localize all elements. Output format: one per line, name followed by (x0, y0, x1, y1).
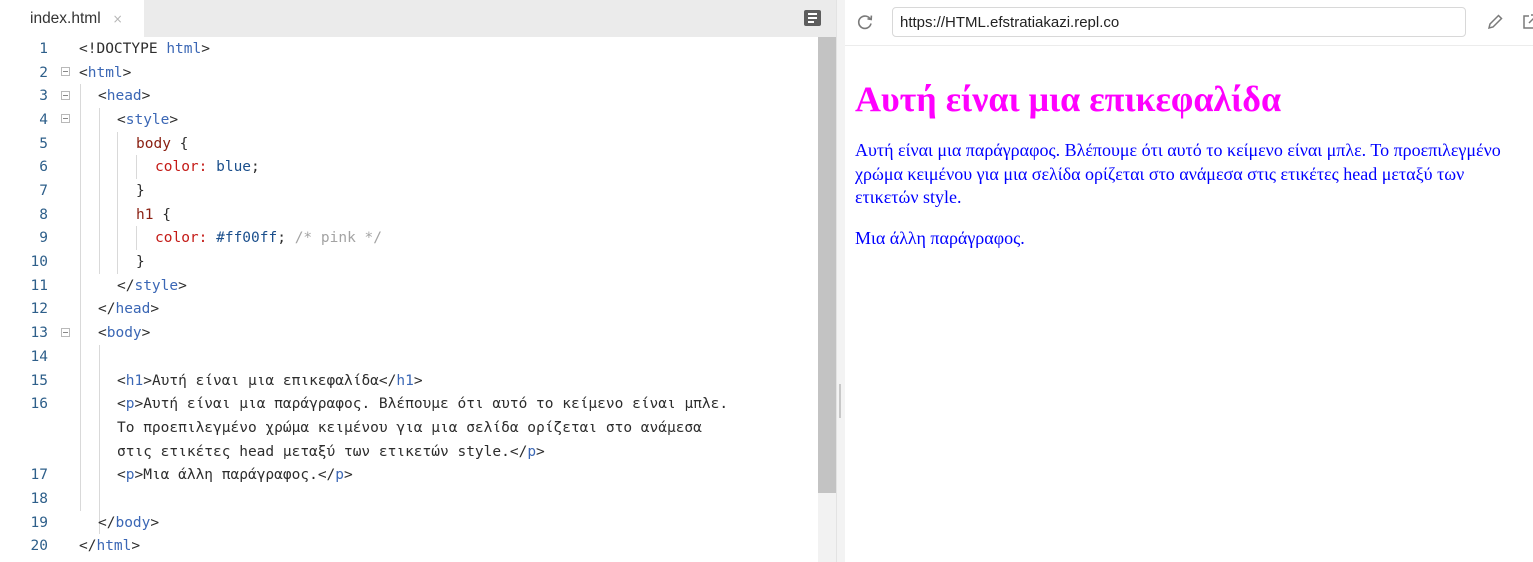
line-number: 7 (39, 183, 48, 199)
line-number-gutter: 1 2 3 4 5 6 7 8 9 10 11 12 13 14 15 16 1… (0, 37, 79, 562)
fold-toggle-icon[interactable] (61, 67, 70, 76)
code-line-wrap: στις ετικέτες head μεταξύ των ετικετών s… (117, 444, 545, 460)
line-number: 5 (39, 136, 48, 152)
line-number: 10 (30, 254, 48, 270)
rendered-page: Αυτή είναι μια επικεφαλίδα Αυτή είναι μι… (855, 46, 1525, 250)
fold-toggle-icon[interactable] (61, 328, 70, 337)
tab-label: index.html (30, 9, 101, 27)
line-number: 18 (30, 491, 48, 507)
line-number: 13 (30, 325, 48, 341)
pane-divider[interactable] (836, 0, 845, 562)
code-line-wrap: Το προεπιλεγμένο χρώμα κειμένου για μια … (117, 420, 702, 436)
code-line: color: #ff00ff; /* pink */ (155, 230, 382, 246)
code-line: } (136, 183, 145, 199)
code-line: <style> (117, 112, 179, 128)
web-preview-pane: Αυτή είναι μια επικεφαλίδα Αυτή είναι μι… (845, 0, 1533, 562)
line-number: 4 (39, 112, 48, 128)
code-line: </body> (98, 515, 160, 531)
pencil-icon[interactable] (1485, 12, 1505, 32)
line-number: 12 (30, 301, 48, 317)
line-number: 3 (39, 88, 48, 104)
code-line: <p>Αυτή είναι μια παράγραφος. Βλέπουμε ό… (117, 396, 729, 412)
code-area[interactable]: <!DOCTYPE html> <html> <head> <style> bo… (79, 37, 818, 562)
page-heading: Αυτή είναι μια επικεφαλίδα (855, 79, 1282, 119)
line-number: 16 (30, 396, 48, 412)
tab-close-icon[interactable]: × (113, 12, 123, 26)
line-number: 17 (30, 467, 48, 483)
fold-toggle-icon[interactable] (61, 91, 70, 100)
code-editor[interactable]: index.html × 1 2 3 4 5 6 7 8 9 10 11 12 … (0, 0, 836, 562)
code-line: <head> (98, 88, 151, 104)
code-line: <html> (79, 65, 132, 81)
line-number: 6 (39, 159, 48, 175)
code-line: body { (136, 136, 189, 152)
preview-url-bar (845, 0, 1533, 46)
code-line: } (136, 254, 145, 270)
line-number: 1 (39, 41, 48, 57)
code-line: <h1>Αυτή είναι μια επικεφαλίδα</h1> (117, 373, 423, 389)
code-line: </head> (98, 301, 160, 317)
editor-scrollbar-thumb[interactable] (818, 37, 836, 493)
line-number: 8 (39, 207, 48, 223)
open-in-new-tab-icon[interactable] (1520, 12, 1533, 32)
line-number: 20 (30, 538, 48, 554)
line-number: 19 (30, 515, 48, 531)
line-number: 15 (30, 373, 48, 389)
code-line: h1 { (136, 207, 171, 223)
line-number: 14 (30, 349, 48, 365)
outline-icon[interactable] (804, 10, 821, 26)
line-number: 9 (39, 230, 48, 246)
code-line: <p>Μια άλλη παράγραφος.</p> (117, 467, 353, 483)
pane-resize-handle[interactable] (839, 384, 841, 418)
code-line: <body> (98, 325, 151, 341)
page-paragraph: Μια άλλη παράγραφος. (855, 227, 1025, 248)
fold-toggle-icon[interactable] (61, 114, 70, 123)
line-number: 11 (30, 278, 48, 294)
code-line: color: blue; (155, 159, 260, 175)
refresh-icon[interactable] (855, 12, 875, 32)
editor-tab-bar: index.html × (0, 0, 836, 37)
code-line: </style> (117, 278, 187, 294)
code-line: <!DOCTYPE html> (79, 41, 210, 57)
code-line: </html> (79, 538, 141, 554)
url-input[interactable] (892, 7, 1466, 37)
tab-index-html[interactable]: index.html × (0, 0, 144, 37)
page-paragraph: Αυτή είναι μια παράγραφος. Βλέπουμε ότι … (855, 140, 1501, 207)
line-number: 2 (39, 65, 48, 81)
